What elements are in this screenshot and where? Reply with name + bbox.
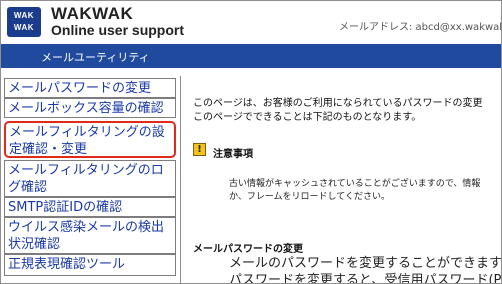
logo-text-line1: WAK — [13, 11, 35, 20]
section-description: メールのパスワードを変更することができます パスワードを変更すると、受信用パスワ… — [229, 255, 501, 283]
section-title-mail-password: メールパスワードの変更 — [193, 244, 303, 255]
warning-icon: ! — [193, 143, 206, 156]
notice-line: 古い情報がキャッシュされていることがございますので、情報 — [229, 179, 481, 189]
sidebar-item-mailbox-capacity[interactable]: メールボックス容量の確認 — [4, 98, 176, 118]
sidebar-item-mail-filtering-settings[interactable]: メールフィルタリングの設定確認・変更 — [4, 121, 176, 158]
logo-text-line2: WAK — [13, 23, 35, 32]
intro-line: このページは、お客様のご利用になられているパスワードの変更 — [193, 98, 483, 109]
page-title-bar: メールユーティリティ — [1, 44, 501, 68]
sidebar-menu: メールパスワードの変更 メールボックス容量の確認 メールフィルタリングの設定確認… — [2, 76, 181, 283]
email-address-display: メールアドレス: abcd@xx.wakwak.com — [339, 22, 501, 33]
notice-text: 古い情報がキャッシュされていることがございますので、情報 か、フレームをリロード… — [229, 178, 501, 204]
brand-name: WAKWAK — [51, 4, 134, 23]
section-line: メールのパスワードを変更することができます — [229, 256, 501, 271]
notice-title: 注意事項 — [213, 149, 253, 160]
page-title: メールユーティリティ — [41, 51, 150, 64]
brand-subtitle: Online user support — [51, 22, 185, 38]
sidebar-item-smtp-auth-id[interactable]: SMTP認証IDの確認 — [4, 197, 176, 217]
wakwak-logo[interactable]: WAK WAK — [7, 7, 41, 37]
browser-frame: WAK WAK WAKWAK Online user support メールアド… — [0, 0, 502, 284]
sidebar-item-mail-password[interactable]: メールパスワードの変更 — [4, 78, 176, 98]
sidebar-item-virus-detection[interactable]: ウイルス感染メールの検出状況確認 — [4, 217, 176, 254]
sidebar-item-mail-filtering-log[interactable]: メールフィルタリングのログ確認 — [4, 160, 176, 197]
intro-line: このページでできることは下記のものとなります。 — [193, 112, 422, 123]
section-line: パスワードを変更すると、受信用パスワード(P — [229, 273, 501, 283]
notice-line: か、フレームをリロードしてください。 — [229, 192, 391, 202]
main-content: このページは、お客様のご利用になられているパスワードの変更 このページでできるこ… — [181, 68, 501, 283]
site-header: WAK WAK WAKWAK Online user support メールアド… — [1, 1, 501, 44]
intro-text: このページは、お客様のご利用になられているパスワードの変更 このページでできるこ… — [193, 97, 501, 125]
sidebar-item-regex-tool[interactable]: 正規表現確認ツール — [4, 254, 176, 276]
